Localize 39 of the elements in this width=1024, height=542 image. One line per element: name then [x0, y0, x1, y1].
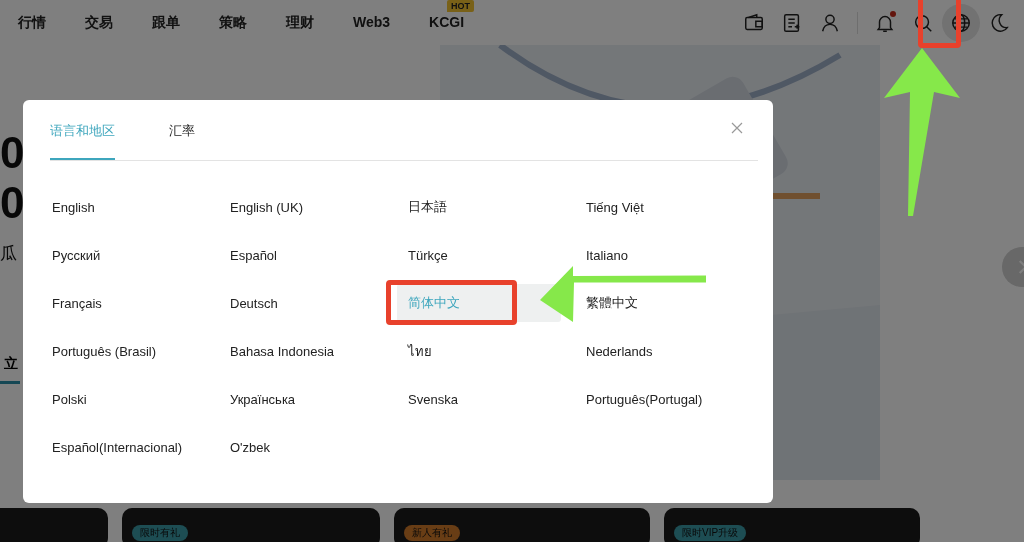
language-option[interactable]: O'zbek: [219, 428, 383, 466]
promo-badge: 限时VIP升级: [674, 525, 747, 541]
headline-text: 0: [0, 178, 25, 228]
nav-link[interactable]: 策略: [219, 13, 247, 32]
language-option[interactable]: 繁體中文: [575, 284, 739, 322]
language-option[interactable]: Polski: [41, 380, 205, 418]
language-option[interactable]: Türkçe: [397, 236, 561, 274]
language-option[interactable]: English (UK): [219, 188, 383, 226]
highlight-frame: [918, 0, 961, 48]
promo-badge: 限时有礼: [132, 525, 188, 541]
tab[interactable]: 汇率: [169, 100, 195, 160]
language-option[interactable]: ไทย: [397, 332, 561, 370]
language-option[interactable]: Português(Portugal): [575, 380, 739, 418]
language-option[interactable]: Deutsch: [219, 284, 383, 322]
hot-badge: HOT: [447, 0, 475, 12]
nav-link[interactable]: KCGI: [429, 13, 465, 30]
language-option[interactable]: Українська: [219, 380, 383, 418]
language-option[interactable]: Italiano: [575, 236, 739, 274]
promo-badge: 新人有礼: [404, 525, 460, 541]
language-option[interactable]: Bahasa Indonesia: [219, 332, 383, 370]
close-icon[interactable]: [731, 122, 743, 134]
nav-link[interactable]: 交易: [85, 13, 113, 32]
language-option[interactable]: 日本語: [397, 188, 561, 226]
language-option[interactable]: Nederlands: [575, 332, 739, 370]
nav-link[interactable]: 行情: [18, 13, 46, 32]
headline-text: 0: [0, 128, 25, 178]
nav-link[interactable]: Web3: [353, 13, 391, 32]
language-option[interactable]: Svenska: [397, 380, 561, 418]
language-option[interactable]: Tiếng Việt: [575, 188, 739, 226]
language-option[interactable]: Español(Internacional): [41, 428, 205, 466]
language-option[interactable]: English: [41, 188, 205, 226]
nav-link[interactable]: 跟单: [152, 13, 180, 32]
hero-tab[interactable]: 立: [0, 349, 20, 384]
nav-link[interactable]: 理财: [286, 13, 314, 32]
language-option[interactable]: Português (Brasil): [41, 332, 205, 370]
subtitle-text: 瓜: [0, 243, 17, 265]
language-option[interactable]: Français: [41, 284, 205, 322]
language-option[interactable]: Русский: [41, 236, 205, 274]
language-option[interactable]: Español: [219, 236, 383, 274]
